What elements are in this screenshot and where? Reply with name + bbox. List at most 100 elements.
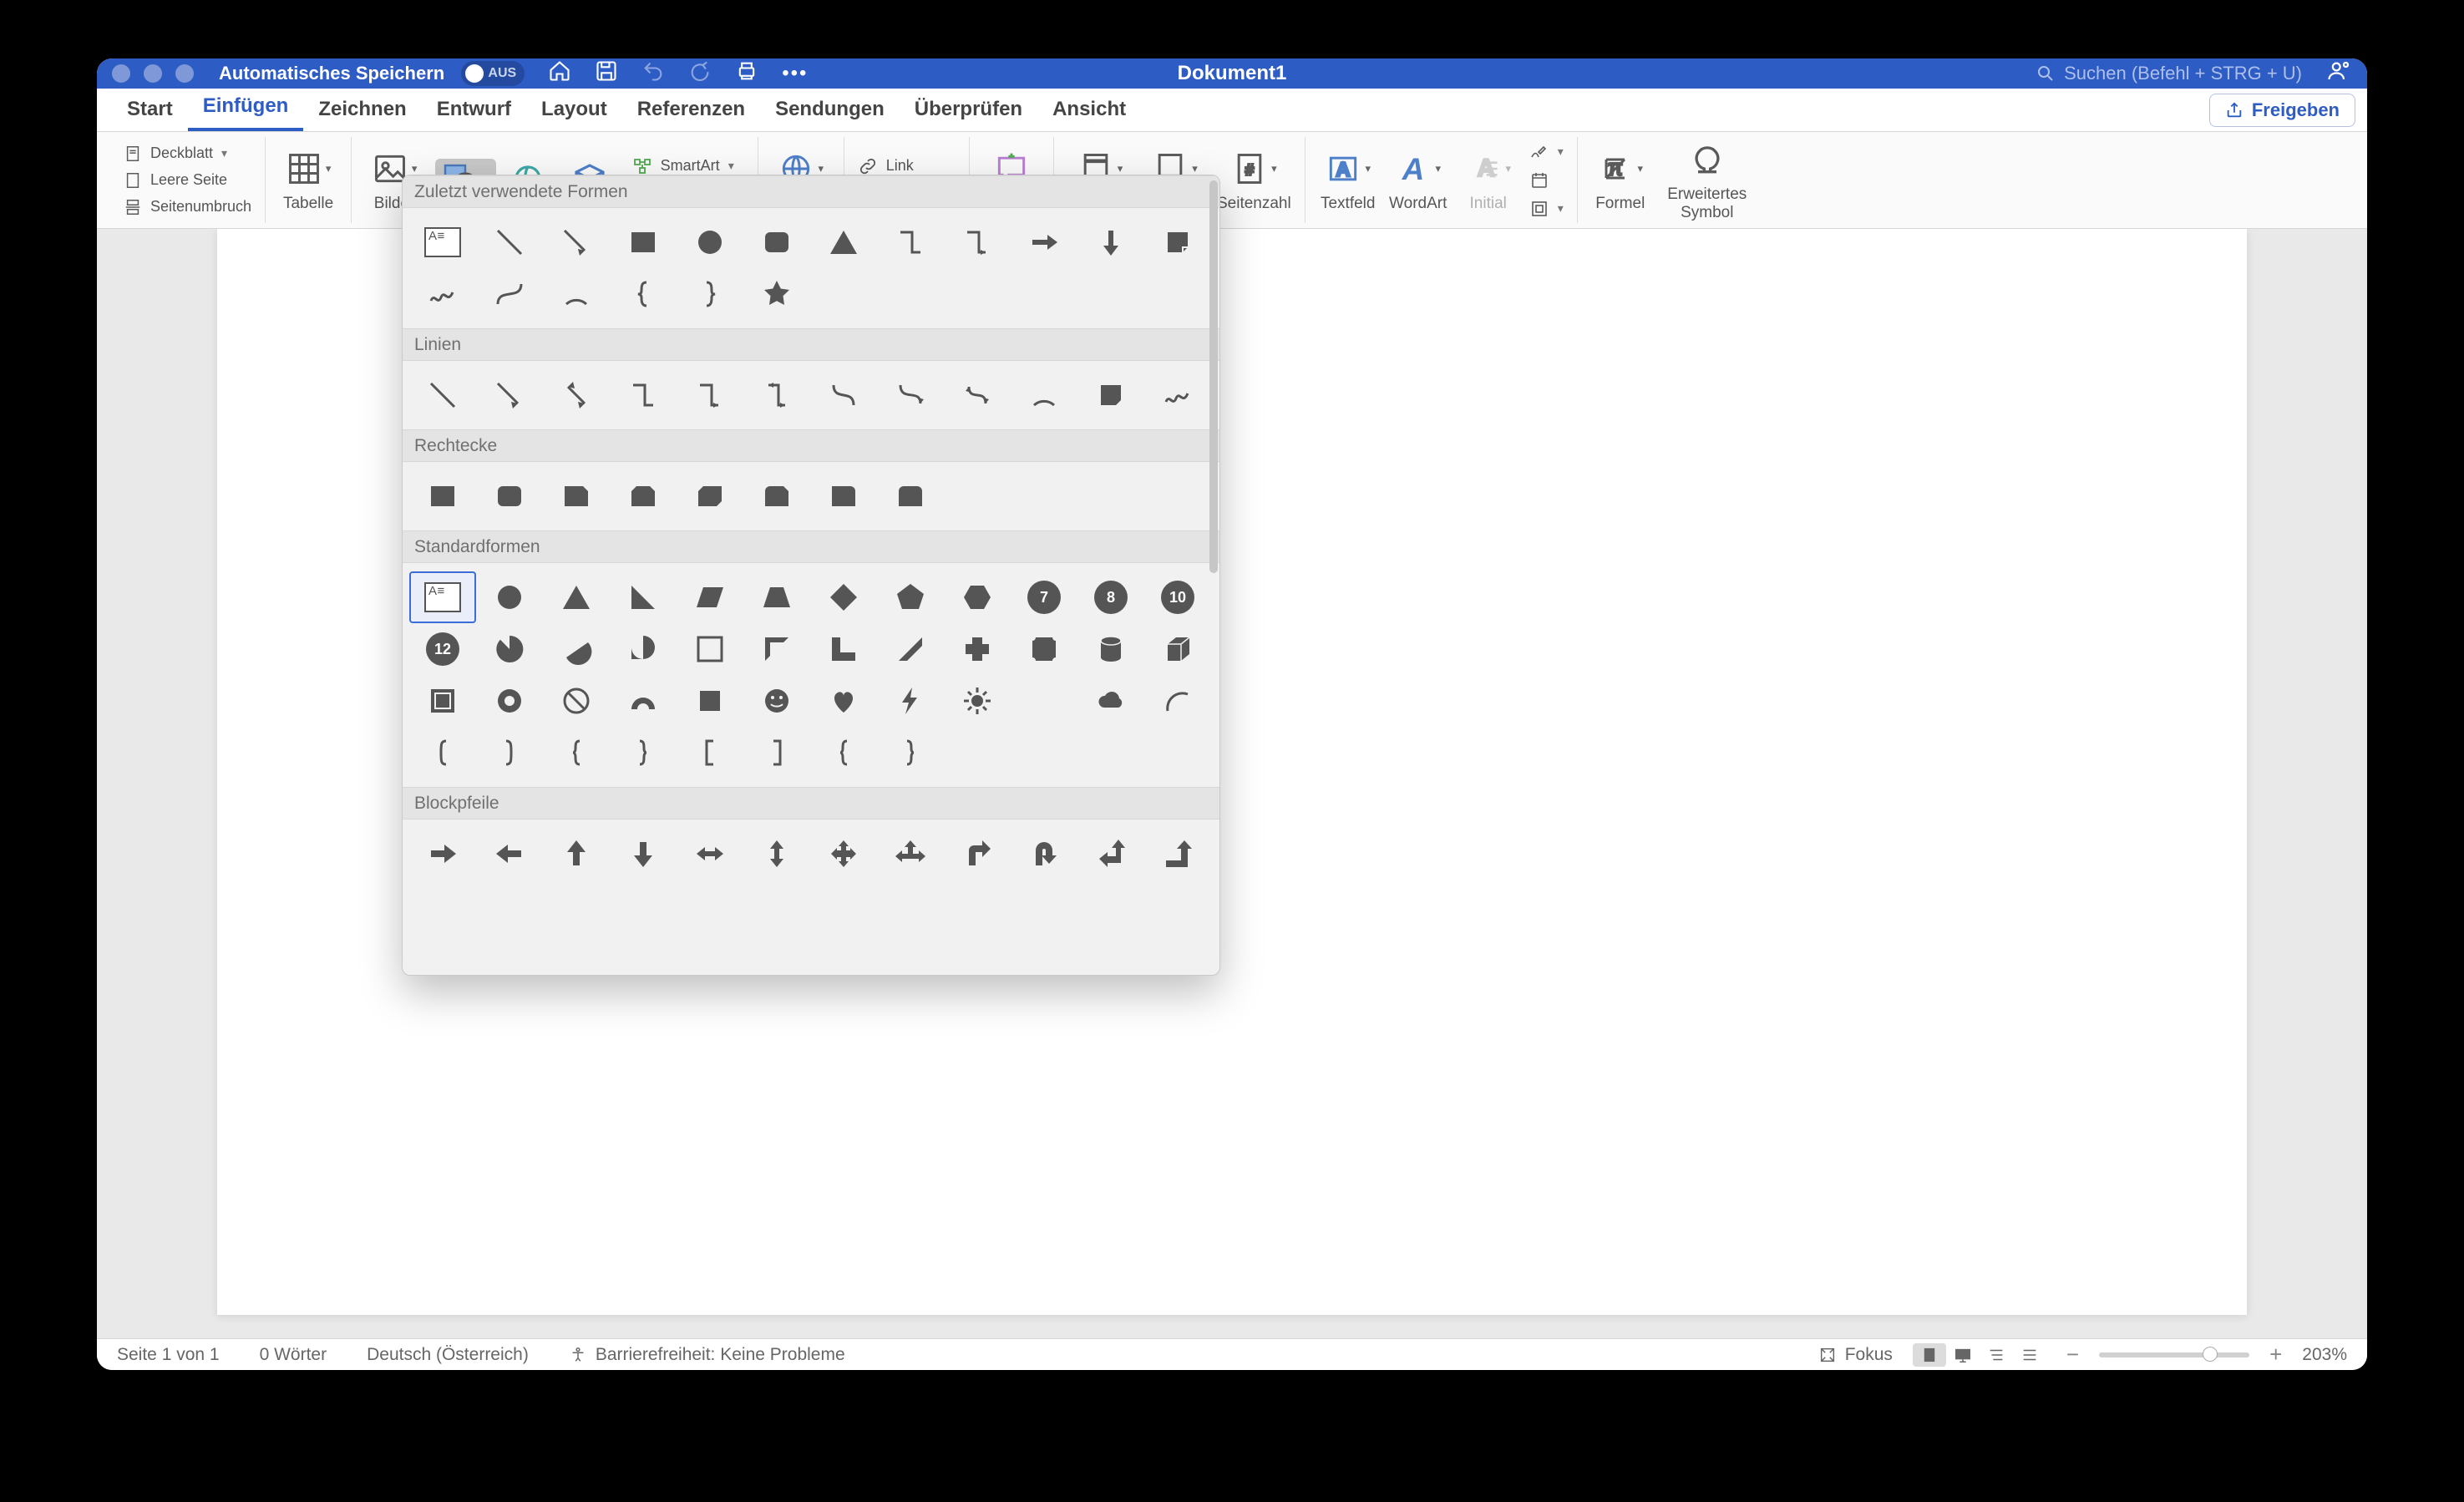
basic-trapezoid[interactable] bbox=[743, 571, 810, 623]
basic-heptagon[interactable]: 7 bbox=[1011, 571, 1077, 623]
basic-blockarc[interactable] bbox=[610, 675, 677, 727]
view-print-button[interactable] bbox=[1913, 1343, 1946, 1367]
rect-round[interactable] bbox=[476, 470, 543, 522]
zoom-out-button[interactable]: − bbox=[2066, 1342, 2079, 1368]
view-web-button[interactable] bbox=[1946, 1343, 1980, 1367]
autosave-toggle[interactable]: AUS bbox=[461, 61, 525, 86]
basic-can[interactable] bbox=[1077, 623, 1144, 675]
basic-sqbracket-right[interactable] bbox=[743, 727, 810, 779]
rect-snip2diag[interactable] bbox=[677, 470, 743, 522]
arrow-up[interactable] bbox=[543, 828, 610, 880]
smartart-button[interactable]: SmartArt▾ bbox=[632, 156, 744, 176]
minimize-dot[interactable] bbox=[144, 64, 162, 83]
shape-brace-left[interactable] bbox=[610, 268, 677, 320]
tab-zeichnen[interactable]: Zeichnen bbox=[303, 89, 421, 131]
basic-noentry[interactable] bbox=[543, 675, 610, 727]
arrow-uturn[interactable] bbox=[1011, 828, 1077, 880]
line-freeform-curve[interactable] bbox=[1011, 369, 1077, 421]
basic-hexagon[interactable] bbox=[944, 571, 1011, 623]
view-outline-button[interactable] bbox=[1980, 1343, 2013, 1367]
basic-arc[interactable] bbox=[1144, 675, 1211, 727]
status-page[interactable]: Seite 1 von 1 bbox=[117, 1345, 220, 1365]
formel-button[interactable]: π▾Formel bbox=[1591, 148, 1650, 213]
object-button[interactable]: ▾ bbox=[1529, 199, 1564, 219]
basic-bracket-right[interactable] bbox=[476, 727, 543, 779]
basic-halfframe[interactable] bbox=[743, 623, 810, 675]
line-freeform[interactable] bbox=[1077, 369, 1144, 421]
tab-entwurf[interactable]: Entwurf bbox=[422, 89, 526, 131]
basic-octagon[interactable]: 8 bbox=[1077, 571, 1144, 623]
zoom-slider[interactable] bbox=[2099, 1352, 2249, 1357]
redo-icon[interactable] bbox=[688, 59, 712, 88]
shape-triangle[interactable] bbox=[810, 216, 877, 268]
basic-lightning[interactable] bbox=[877, 675, 944, 727]
basic-dodecagon[interactable]: 12 bbox=[409, 623, 476, 675]
fokus-button[interactable]: Fokus bbox=[1818, 1345, 1893, 1365]
basic-brace-pair-right[interactable] bbox=[610, 727, 677, 779]
shape-arrow-right[interactable] bbox=[1011, 216, 1077, 268]
shape-brace-right[interactable] bbox=[677, 268, 743, 320]
basic-frame[interactable] bbox=[677, 623, 743, 675]
zoom-thumb[interactable] bbox=[2203, 1347, 2218, 1362]
arrow-left[interactable] bbox=[476, 828, 543, 880]
basic-triangle[interactable] bbox=[543, 571, 610, 623]
basic-pie[interactable] bbox=[476, 623, 543, 675]
line-plain[interactable] bbox=[409, 369, 476, 421]
shape-textbox[interactable] bbox=[409, 216, 476, 268]
basic-chord[interactable] bbox=[543, 623, 610, 675]
shape-arc[interactable] bbox=[543, 268, 610, 320]
datetime-button[interactable] bbox=[1529, 170, 1564, 190]
line-scribble[interactable] bbox=[1144, 369, 1211, 421]
shape-rect[interactable] bbox=[610, 216, 677, 268]
shape-star[interactable] bbox=[743, 268, 810, 320]
arrow-down[interactable] bbox=[610, 828, 677, 880]
share-presence-icon[interactable] bbox=[2327, 58, 2352, 89]
basic-donut[interactable] bbox=[476, 675, 543, 727]
arrow-bent-right[interactable] bbox=[944, 828, 1011, 880]
tab-ansicht[interactable]: Ansicht bbox=[1037, 89, 1141, 131]
rect-snipround[interactable] bbox=[743, 470, 810, 522]
shape-elbow-arrow[interactable] bbox=[944, 216, 1011, 268]
basic-pentagon[interactable] bbox=[877, 571, 944, 623]
shape-line[interactable] bbox=[476, 216, 543, 268]
arrow-leftup[interactable] bbox=[1077, 828, 1144, 880]
save-icon[interactable] bbox=[595, 59, 618, 88]
basic-diagstripe[interactable] bbox=[877, 623, 944, 675]
status-accessibility[interactable]: Barrierefreiheit: Keine Probleme bbox=[569, 1345, 845, 1365]
deckblatt-button[interactable]: Deckblatt▾ bbox=[124, 144, 251, 164]
tab-layout[interactable]: Layout bbox=[526, 89, 622, 131]
rect-sharp[interactable] bbox=[409, 470, 476, 522]
view-draft-button[interactable] bbox=[2013, 1343, 2046, 1367]
basic-right-triangle[interactable] bbox=[610, 571, 677, 623]
basic-plaque[interactable] bbox=[1011, 623, 1077, 675]
signature-button[interactable]: ▾ bbox=[1529, 142, 1564, 162]
window-controls[interactable] bbox=[112, 64, 194, 83]
basic-smile[interactable] bbox=[743, 675, 810, 727]
basic-decagon[interactable]: 10 bbox=[1144, 571, 1211, 623]
initial-button[interactable]: A▾Initial bbox=[1459, 148, 1518, 213]
basic-cloud[interactable] bbox=[1077, 675, 1144, 727]
rect-round1[interactable] bbox=[810, 470, 877, 522]
tab-start[interactable]: Start bbox=[112, 89, 188, 131]
tab-einfuegen[interactable]: Einfügen bbox=[188, 86, 304, 131]
tab-ueberpruefen[interactable]: Überprüfen bbox=[900, 89, 1037, 131]
zoom-dot[interactable] bbox=[175, 64, 194, 83]
basic-foldedcorner[interactable] bbox=[677, 675, 743, 727]
status-words[interactable]: 0 Wörter bbox=[260, 1345, 327, 1365]
basic-diamond[interactable] bbox=[810, 571, 877, 623]
home-icon[interactable] bbox=[548, 59, 571, 88]
undo-icon[interactable] bbox=[641, 59, 665, 88]
more-icon[interactable]: ••• bbox=[782, 62, 805, 85]
textfeld-button[interactable]: A▾Textfeld bbox=[1319, 148, 1377, 213]
close-dot[interactable] bbox=[112, 64, 130, 83]
share-button[interactable]: Freigeben bbox=[2209, 94, 2355, 127]
basic-bracket-left[interactable] bbox=[409, 727, 476, 779]
print-icon[interactable] bbox=[735, 59, 758, 88]
arrow-updown[interactable] bbox=[743, 828, 810, 880]
status-language[interactable]: Deutsch (Österreich) bbox=[367, 1345, 529, 1365]
basic-sqbracket-left[interactable] bbox=[677, 727, 743, 779]
basic-plus[interactable] bbox=[944, 623, 1011, 675]
shape-ellipse[interactable] bbox=[677, 216, 743, 268]
basic-lshape[interactable] bbox=[810, 623, 877, 675]
zoom-in-button[interactable]: + bbox=[2269, 1342, 2282, 1368]
